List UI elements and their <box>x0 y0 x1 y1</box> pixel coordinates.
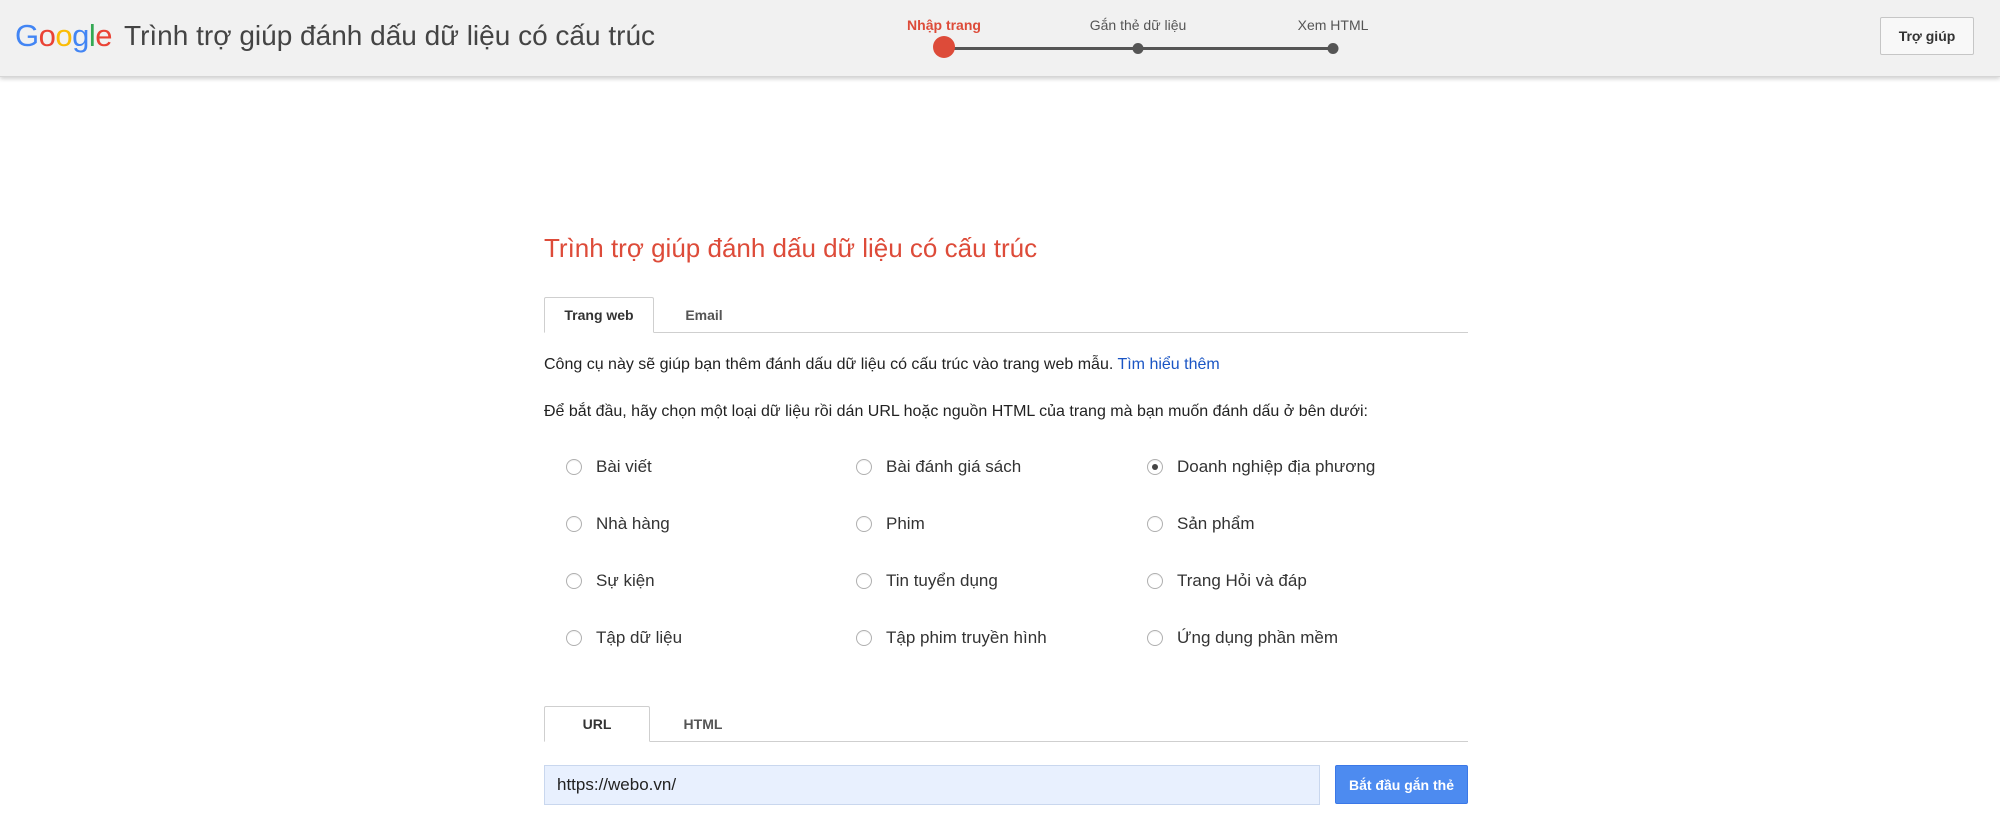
radio-label: Phim <box>886 514 925 533</box>
radio-circle[interactable] <box>856 630 872 646</box>
tab-web-page[interactable]: Trang web <box>544 297 654 333</box>
radio-label: Sản phẩm <box>1177 514 1255 533</box>
radio-label: Tập dữ liệu <box>596 628 683 647</box>
step-label-tag: Gắn thẻ dữ liệu <box>1089 17 1187 33</box>
tab-url[interactable]: URL <box>544 706 650 742</box>
radio-product[interactable]: Sản phẩm <box>1147 514 1255 534</box>
radio-label: Doanh nghiệp địa phương <box>1177 457 1376 476</box>
radio-label: Trang Hỏi và đáp <box>1177 571 1307 590</box>
radio-circle[interactable] <box>1147 573 1163 589</box>
radio-circle[interactable] <box>566 516 582 532</box>
logo-letter: g <box>72 18 89 53</box>
radio-event[interactable]: Sự kiện <box>566 571 655 591</box>
tab-html[interactable]: HTML <box>650 706 756 742</box>
radio-circle[interactable] <box>1147 516 1163 532</box>
radio-label: Tin tuyển dụng <box>886 571 998 590</box>
logo-letter: e <box>95 18 113 53</box>
intro-text: Công cụ này sẽ giúp bạn thêm đánh dấu dữ… <box>544 356 1114 373</box>
url-input[interactable]: https://webo.vn/ <box>544 765 1320 805</box>
radio-circle[interactable] <box>1147 630 1163 646</box>
radio-circle[interactable] <box>856 459 872 475</box>
top-bar: Google Trình trợ giúp đánh dấu dữ liệu c… <box>0 0 2000 77</box>
page-title: Trình trợ giúp đánh dấu dữ liệu có cấu t… <box>544 233 1038 263</box>
radio-circle[interactable] <box>856 516 872 532</box>
radio-local-business[interactable]: Doanh nghiệp địa phương <box>1147 457 1375 477</box>
step-dot-import <box>933 36 955 58</box>
radio-label: Nhà hàng <box>596 514 670 533</box>
radio-circle[interactable] <box>856 573 872 589</box>
radio-label: Ứng dụng phần mềm <box>1177 628 1339 647</box>
radio-label: Sự kiện <box>596 571 655 590</box>
radio-circle[interactable] <box>566 573 582 589</box>
help-button[interactable]: Trợ giúp <box>1880 17 1974 55</box>
instruction-text: Để bắt đầu, hãy chọn một loại dữ liệu rồ… <box>544 403 1368 420</box>
radio-software-app[interactable]: Ứng dụng phần mềm <box>1147 628 1338 648</box>
source-tabs: Trang web Email <box>544 296 1468 333</box>
logo-letter: o <box>38 18 56 53</box>
logo-letter: G <box>15 18 39 53</box>
radio-tv-episode[interactable]: Tập phim truyền hình <box>856 628 1047 648</box>
radio-circle-checked[interactable] <box>1147 459 1163 475</box>
app-title: Trình trợ giúp đánh dấu dữ liệu có cấu t… <box>124 20 656 51</box>
step-label-view-html: Xem HTML <box>1297 17 1369 33</box>
radio-circle[interactable] <box>566 459 582 475</box>
intro-text-line: Công cụ này sẽ giúp bạn thêm đánh dấu dữ… <box>544 356 1220 374</box>
step-dot-tag <box>1132 43 1144 54</box>
radio-job-posting[interactable]: Tin tuyển dụng <box>856 571 998 591</box>
radio-restaurant[interactable]: Nhà hàng <box>566 514 670 534</box>
logo-letter: o <box>55 18 73 53</box>
radio-dataset[interactable]: Tập dữ liệu <box>566 628 682 648</box>
radio-movie[interactable]: Phim <box>856 514 925 534</box>
radio-label: Bài viết <box>596 457 652 476</box>
input-tabs: URL HTML <box>544 705 1468 742</box>
step-dot-view-html <box>1327 43 1339 54</box>
tab-email[interactable]: Email <box>654 297 754 333</box>
radio-circle[interactable] <box>566 630 582 646</box>
google-logo: Google <box>15 18 113 54</box>
radio-book-review[interactable]: Bài đánh giá sách <box>856 457 1021 477</box>
learn-more-link[interactable]: Tìm hiểu thêm <box>1117 356 1219 373</box>
step-label-import: Nhập trang <box>907 17 981 33</box>
radio-article[interactable]: Bài viết <box>566 457 652 477</box>
radio-label: Bài đánh giá sách <box>886 457 1022 476</box>
radio-qa-page[interactable]: Trang Hỏi và đáp <box>1147 571 1307 591</box>
radio-label: Tập phim truyền hình <box>886 628 1047 647</box>
start-tagging-button[interactable]: Bắt đầu gắn thẻ <box>1335 765 1468 804</box>
